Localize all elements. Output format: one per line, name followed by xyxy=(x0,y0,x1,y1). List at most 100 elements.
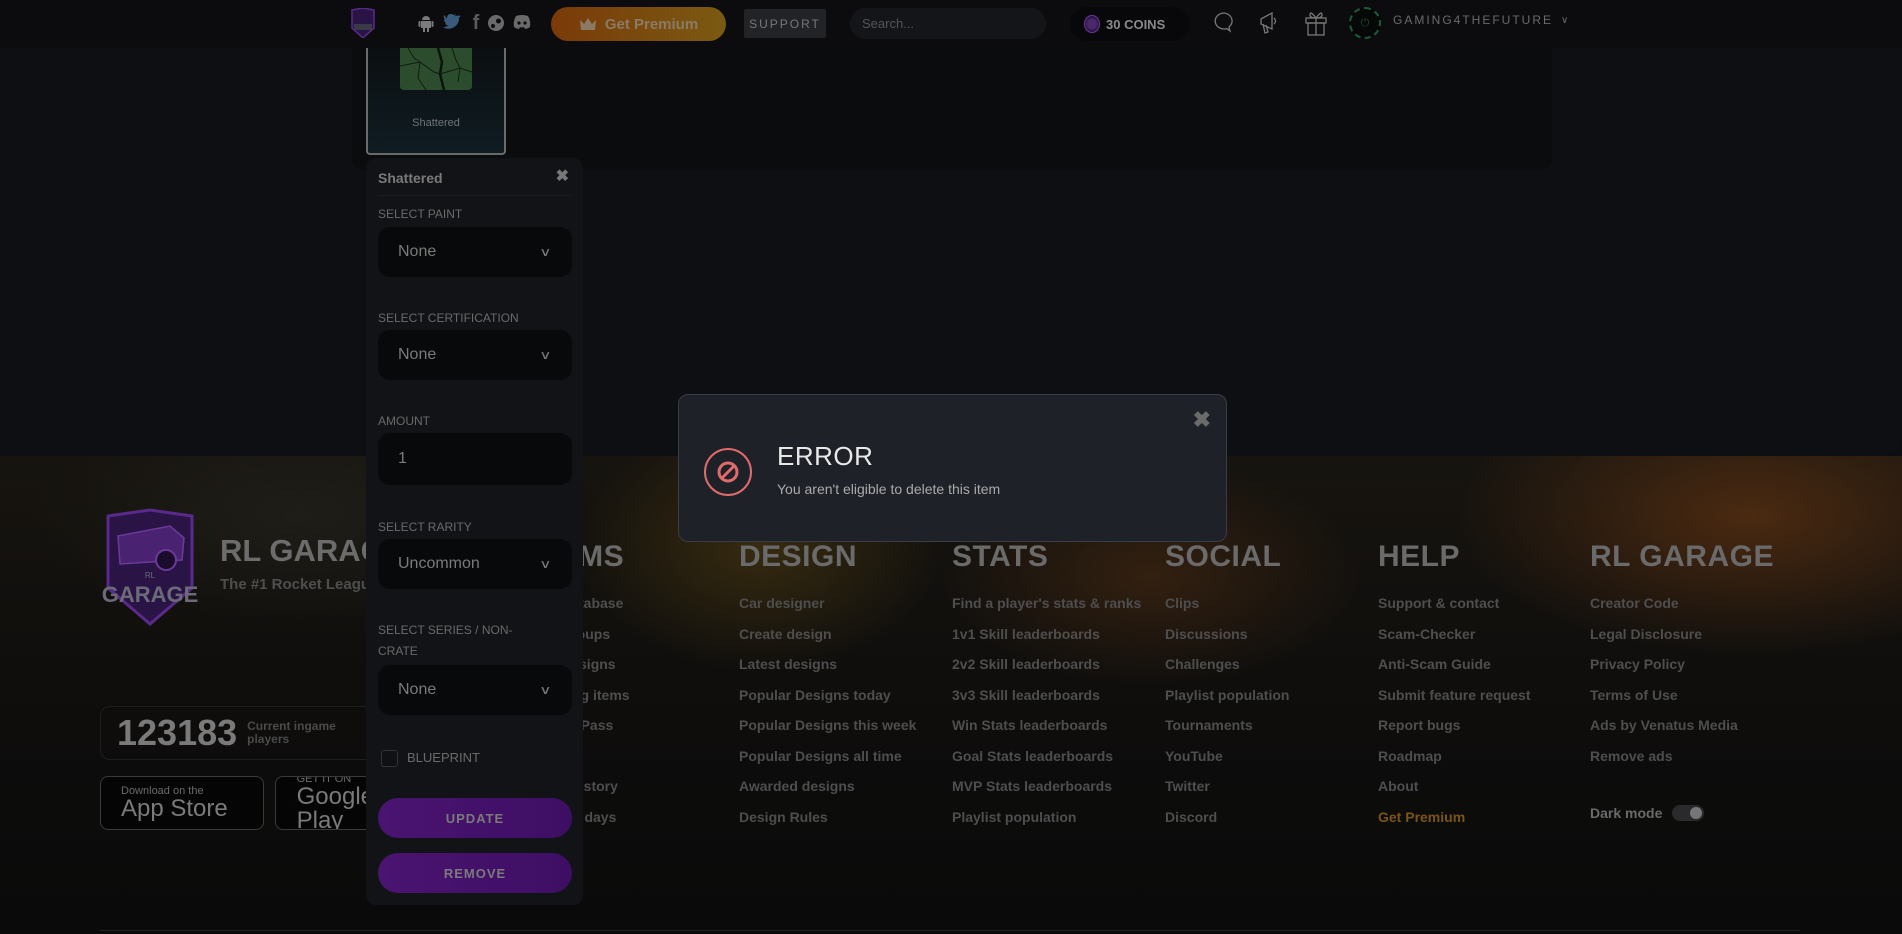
app-store-big-text: App Store xyxy=(121,795,228,822)
app-store-button[interactable]: Download on the App Store xyxy=(100,776,264,830)
crown-icon xyxy=(579,18,596,30)
footer-link[interactable]: Privacy Policy xyxy=(1590,656,1774,687)
footer-link[interactable]: MVP Stats leaderboards xyxy=(952,778,1141,809)
error-dialog: ✖ ERROR You aren't eligible to delete th… xyxy=(678,394,1227,542)
footer-link[interactable]: Ads by Venatus Media xyxy=(1590,717,1774,748)
megaphone-icon[interactable] xyxy=(1258,10,1282,36)
footer-link[interactable]: Find a player's stats & ranks xyxy=(952,595,1141,626)
discord-icon[interactable] xyxy=(512,14,532,32)
certification-select[interactable]: None ∨ xyxy=(378,330,572,380)
footer-link[interactable]: Roadmap xyxy=(1378,748,1530,779)
search-input[interactable] xyxy=(850,8,1046,39)
paint-label: SELECT PAINT xyxy=(378,207,463,221)
inventory-container xyxy=(352,48,1552,170)
footer-link[interactable]: Car designer xyxy=(739,595,916,626)
item-image xyxy=(400,48,472,90)
footer-link[interactable]: Support & contact xyxy=(1378,595,1530,626)
footer-column-rl-garage: RL GARAGE Creator Code Legal Disclosure … xyxy=(1590,540,1774,778)
footer-link[interactable]: Clips xyxy=(1165,595,1289,626)
gift-icon[interactable] xyxy=(1304,9,1328,37)
item-name: Shattered xyxy=(412,117,460,129)
blueprint-checkbox[interactable] xyxy=(381,750,398,767)
players-label: Current ingame players xyxy=(247,719,336,746)
footer-link[interactable]: Discord xyxy=(1165,809,1289,840)
footer-link[interactable]: Challenges xyxy=(1165,656,1289,687)
apple-icon[interactable] xyxy=(393,14,411,32)
footer-link[interactable]: Submit feature request xyxy=(1378,687,1530,718)
footer-link[interactable]: Tournaments xyxy=(1165,717,1289,748)
close-icon[interactable]: ✖ xyxy=(1193,407,1211,433)
facebook-icon[interactable]: f xyxy=(467,13,485,33)
svg-text:RL: RL xyxy=(145,571,156,580)
footer-link[interactable]: Create design xyxy=(739,626,916,657)
inventory-item-card[interactable]: Shattered xyxy=(366,48,506,155)
footer-link[interactable]: Twitter xyxy=(1165,778,1289,809)
footer-link[interactable]: Popular Designs all time xyxy=(739,748,916,779)
footer-divider xyxy=(100,930,1800,931)
user-avatar[interactable]: ⏻ xyxy=(1349,7,1381,39)
user-menu[interactable]: GAMING4THEFUTURE ∨ xyxy=(1393,13,1570,27)
footer-link[interactable]: Report bugs xyxy=(1378,717,1530,748)
footer-link[interactable]: Remove ads xyxy=(1590,748,1774,779)
footer-link[interactable]: Discussions xyxy=(1165,626,1289,657)
footer-link[interactable]: Creator Code xyxy=(1590,595,1774,626)
google-play-big-text: Google Play xyxy=(296,783,374,830)
footer-link[interactable]: Design Rules xyxy=(739,809,916,840)
footer-link[interactable]: Playlist population xyxy=(1165,687,1289,718)
footer-link[interactable]: Anti-Scam Guide xyxy=(1378,656,1530,687)
footer-link[interactable]: Scam-Checker xyxy=(1378,626,1530,657)
footer-link[interactable]: Goal Stats leaderboards xyxy=(952,748,1141,779)
footer-link[interactable]: Popular Designs today xyxy=(739,687,916,718)
chevron-down-icon: ∨ xyxy=(539,245,552,259)
close-icon[interactable]: ✖ xyxy=(556,166,569,186)
amount-input[interactable]: 1 xyxy=(378,433,572,485)
footer-link[interactable]: 1v1 Skill leaderboards xyxy=(952,626,1141,657)
footer-link[interactable]: YouTube xyxy=(1165,748,1289,779)
support-button[interactable]: SUPPORT xyxy=(744,9,826,38)
footer-link-get-premium[interactable]: Get Premium xyxy=(1378,809,1530,840)
series-select[interactable]: None ∨ xyxy=(378,665,572,715)
get-premium-button[interactable]: Get Premium xyxy=(551,7,726,41)
google-play-icon xyxy=(288,802,289,804)
footer-link[interactable]: Terms of Use xyxy=(1590,687,1774,718)
amount-value: 1 xyxy=(398,450,407,467)
dark-mode-toggle[interactable] xyxy=(1672,805,1705,821)
chat-icon[interactable] xyxy=(1213,11,1235,33)
rl-garage-logo[interactable]: GARAGE RL xyxy=(100,508,200,628)
players-count: 123183 xyxy=(117,712,238,753)
google-play-button[interactable]: GET IT ON Google Play xyxy=(275,776,375,830)
site-logo[interactable] xyxy=(350,8,376,38)
footer-heading: DESIGN xyxy=(739,540,858,573)
footer-heading: SOCIAL xyxy=(1165,540,1282,573)
footer-link[interactable]: About xyxy=(1378,778,1530,809)
footer-link[interactable]: Playlist population xyxy=(952,809,1141,840)
android-icon[interactable] xyxy=(417,14,435,32)
steam-icon[interactable] xyxy=(487,14,505,32)
footer-column-help: HELP Support & contact Scam-Checker Anti… xyxy=(1378,540,1530,839)
rarity-label: SELECT RARITY xyxy=(378,520,472,534)
footer-link[interactable]: 2v2 Skill leaderboards xyxy=(952,656,1141,687)
footer-column-design: DESIGN Car designer Create design Latest… xyxy=(739,540,916,839)
panel-header: Shattered ✖ xyxy=(378,168,571,196)
certification-label: SELECT CERTIFICATION xyxy=(378,311,519,325)
footer-column-social: SOCIAL Clips Discussions Challenges Play… xyxy=(1165,540,1289,839)
footer-link[interactable]: Latest designs xyxy=(739,656,916,687)
footer-heading: RL GARAGE xyxy=(1590,540,1774,573)
footer-link[interactable]: Popular Designs this week xyxy=(739,717,916,748)
footer-link[interactable]: Awarded designs xyxy=(739,778,916,809)
coins-balance[interactable]: 30 COINS xyxy=(1070,7,1190,41)
update-button[interactable]: UPDATE xyxy=(378,798,572,838)
rarity-select[interactable]: Uncommon ∨ xyxy=(378,539,572,589)
footer-link[interactable]: Win Stats leaderboards xyxy=(952,717,1141,748)
series-label: SELECT SERIES / NON-CRATE xyxy=(378,623,513,658)
footer-column-stats: STATS Find a player's stats & ranks 1v1 … xyxy=(952,540,1141,839)
paint-select[interactable]: None ∨ xyxy=(378,227,572,277)
footer-link[interactable]: Legal Disclosure xyxy=(1590,626,1774,657)
twitter-icon[interactable] xyxy=(443,13,461,32)
player-count-box: 123183 Current ingame players xyxy=(100,706,380,760)
footer-tagline: The #1 Rocket League xyxy=(220,576,379,593)
remove-button[interactable]: REMOVE xyxy=(378,853,572,893)
panel-title: Shattered xyxy=(378,170,443,186)
footer-heading: HELP xyxy=(1378,540,1461,573)
footer-link[interactable]: 3v3 Skill leaderboards xyxy=(952,687,1141,718)
